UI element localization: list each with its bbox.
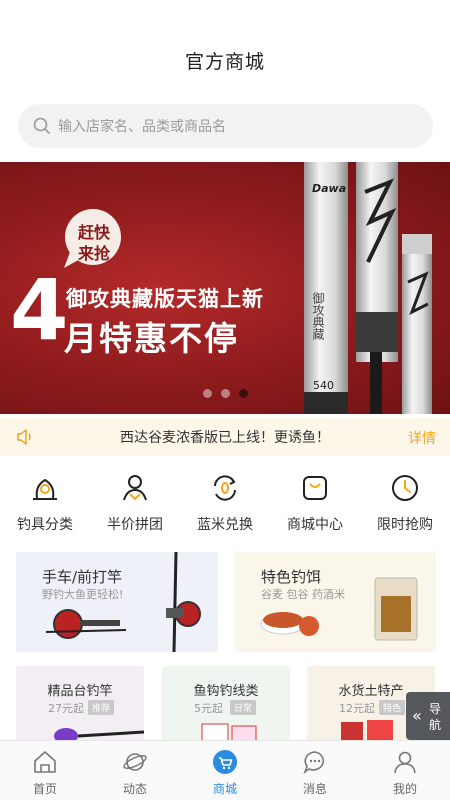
tab-label: 我的 bbox=[392, 782, 417, 796]
tab-label: 商城 bbox=[212, 782, 237, 796]
category-fishing-gear[interactable]: 钓具分类 bbox=[0, 468, 90, 536]
promo-card-bait[interactable]: 特色钓饵 谷麦 包谷 药酒米 bbox=[235, 552, 436, 652]
banner-headline: 月特惠不停 bbox=[64, 319, 239, 358]
exchange-icon bbox=[214, 475, 236, 501]
guide-label-2: 航 bbox=[429, 718, 442, 732]
mall-center-icon bbox=[303, 476, 327, 500]
category-label: 半价拼团 bbox=[107, 517, 163, 533]
tab-label: 消息 bbox=[302, 782, 327, 796]
category-group-buy[interactable]: 半价拼团 bbox=[90, 468, 180, 536]
tab-feed[interactable]: 动态 bbox=[90, 741, 180, 800]
fishing-reel-image bbox=[45, 552, 201, 652]
category-label: 商城中心 bbox=[287, 517, 343, 533]
navigation-float-button[interactable]: « 导 航 bbox=[406, 692, 450, 740]
carousel-dot[interactable] bbox=[203, 389, 212, 398]
search-bar[interactable]: 输入店家名、品类或商品名 bbox=[18, 104, 433, 148]
search-placeholder: 输入店家名、品类或商品名 bbox=[58, 119, 226, 135]
home-icon bbox=[34, 751, 56, 773]
carousel-dot[interactable] bbox=[221, 389, 230, 398]
notice-bar[interactable]: 西达谷麦浓香版已上线！更诱鱼！ 详情 bbox=[0, 418, 450, 456]
clock-icon bbox=[392, 475, 418, 501]
promo-card-rods[interactable]: 手车/前打竿 野钓大鱼更轻松! bbox=[16, 552, 218, 652]
fishing-gear-icon bbox=[33, 478, 57, 500]
category-label: 限时抢购 bbox=[377, 517, 433, 533]
category-nav: 钓具分类 半价拼团 蓝米兑换 商城中心 限时抢购 bbox=[0, 468, 450, 536]
carousel-dots bbox=[203, 389, 248, 398]
category-mall-center[interactable]: 商城中心 bbox=[270, 468, 360, 536]
user-icon bbox=[394, 751, 416, 774]
category-label: 蓝米兑换 bbox=[197, 517, 253, 533]
category-flash-sale[interactable]: 限时抢购 bbox=[360, 468, 450, 536]
bait-image bbox=[260, 577, 418, 641]
top-bar: 官方商城 bbox=[0, 0, 450, 90]
category-exchange[interactable]: 蓝米兑换 bbox=[180, 468, 270, 536]
message-icon bbox=[303, 751, 325, 775]
product-card-rods[interactable]: 精品台钓竿 27元起 推荐 bbox=[16, 666, 144, 746]
tab-profile[interactable]: 我的 bbox=[360, 741, 450, 800]
banner-subtitle: 御攻典藏版天猫上新 bbox=[66, 287, 264, 311]
tab-label: 首页 bbox=[32, 782, 57, 796]
hooks-product-image bbox=[201, 723, 257, 746]
tab-messages[interactable]: 消息 bbox=[270, 741, 360, 800]
tab-home[interactable]: 首页 bbox=[0, 741, 90, 800]
bottom-tab-bar: 首页 动态 商城 消息 我的 bbox=[0, 740, 450, 800]
rod-number-text: 540 bbox=[313, 379, 334, 392]
page-title: 官方商城 bbox=[184, 51, 265, 73]
notice-details-link[interactable]: 详情 bbox=[408, 428, 436, 448]
promo-banner[interactable]: Dawa 540 御攻典藏 赶快 来抢 4 御攻典藏版天猫上新 月特惠不停 bbox=[0, 162, 450, 414]
guide-label-1: 导 bbox=[429, 702, 442, 716]
cart-icon bbox=[213, 750, 237, 774]
product-card-hooks[interactable]: 鱼钩钓线类 5元起 日常 bbox=[162, 666, 290, 746]
bubble-text-line2: 来抢 bbox=[77, 244, 110, 263]
search-icon bbox=[33, 117, 50, 134]
carousel-dot-active[interactable] bbox=[239, 389, 248, 398]
tab-label: 动态 bbox=[122, 782, 147, 796]
category-label: 钓具分类 bbox=[17, 517, 73, 533]
planet-icon bbox=[123, 753, 147, 771]
banner-big-number: 4 bbox=[10, 261, 69, 359]
double-chevron-left-icon: « bbox=[412, 706, 422, 725]
notice-text: 西达谷麦浓香版已上线！更诱鱼！ bbox=[120, 430, 330, 446]
banner-rods-image: Dawa 540 御攻典藏 bbox=[304, 162, 432, 414]
rod-brand-text: Dawa bbox=[312, 182, 346, 195]
rod-name-text: 御攻典藏 bbox=[311, 291, 325, 341]
tab-mall[interactable]: 商城 bbox=[180, 741, 270, 800]
rod-product-image bbox=[54, 728, 144, 744]
group-buy-icon bbox=[123, 475, 147, 501]
